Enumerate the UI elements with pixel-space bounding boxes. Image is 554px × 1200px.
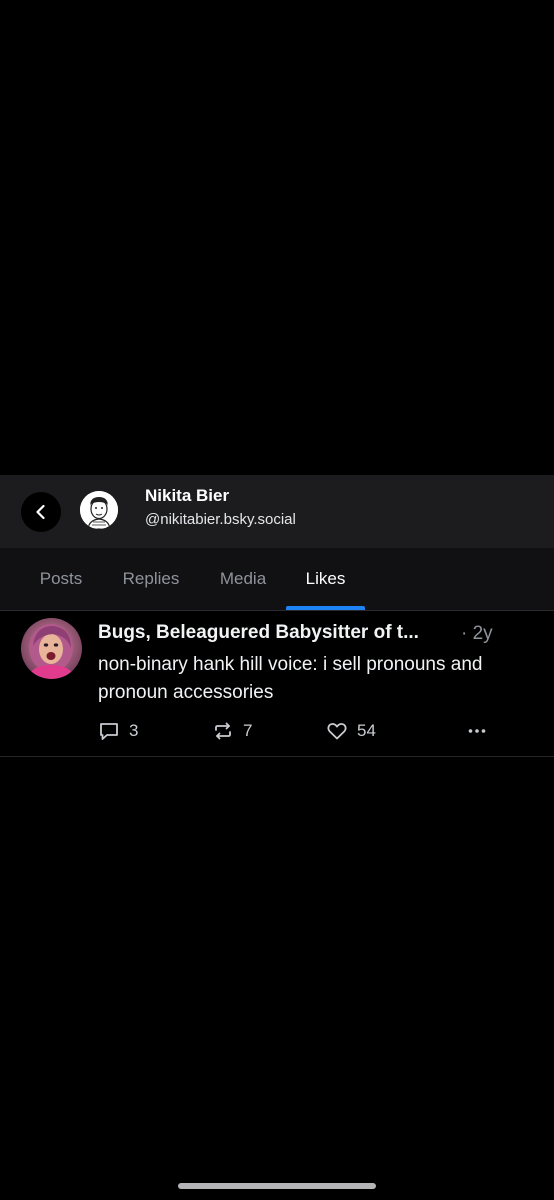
tab-media[interactable]: Media <box>205 548 281 610</box>
avatar[interactable] <box>80 491 118 529</box>
reply-count: 3 <box>129 721 139 740</box>
home-indicator[interactable] <box>178 1183 376 1189</box>
post-item[interactable]: Bugs, Beleaguered Babysitter of t... · 2… <box>0 611 554 757</box>
tab-replies[interactable]: Replies <box>110 548 192 610</box>
reply-button[interactable]: 3 <box>98 717 138 745</box>
tab-likes[interactable]: Likes <box>286 548 365 610</box>
repost-arrows-icon <box>215 722 231 740</box>
profile-tabs: Posts Replies Media Likes <box>0 548 554 611</box>
repost-count: 7 <box>243 721 253 740</box>
post-author-avatar[interactable] <box>21 618 82 679</box>
tab-posts[interactable]: Posts <box>22 548 100 610</box>
chevron-left-icon <box>36 504 45 520</box>
active-tab-indicator <box>286 606 365 610</box>
like-count: 54 <box>357 721 376 740</box>
post-text: non-binary hank hill voice: i sell prono… <box>98 654 483 703</box>
heart-icon <box>327 723 347 740</box>
repost-button[interactable]: 7 <box>212 717 252 745</box>
speech-bubble-icon <box>100 723 118 740</box>
cartoon-portrait-icon <box>80 491 118 529</box>
post-author-name[interactable]: Bugs, Beleaguered Babysitter of t... <box>98 622 448 644</box>
author-photo-icon <box>21 618 82 679</box>
like-button[interactable]: 54 <box>326 717 376 745</box>
profile-display-name: Nikita Bier <box>145 486 230 505</box>
profile-header: Nikita Bier @nikitabier.bsky.social <box>0 475 554 548</box>
profile-handle: @nikitabier.bsky.social <box>145 511 296 528</box>
back-button[interactable] <box>21 492 61 532</box>
more-options-button[interactable] <box>466 717 488 745</box>
ellipsis-icon <box>468 729 486 733</box>
post-timestamp: · 2y <box>461 623 493 644</box>
